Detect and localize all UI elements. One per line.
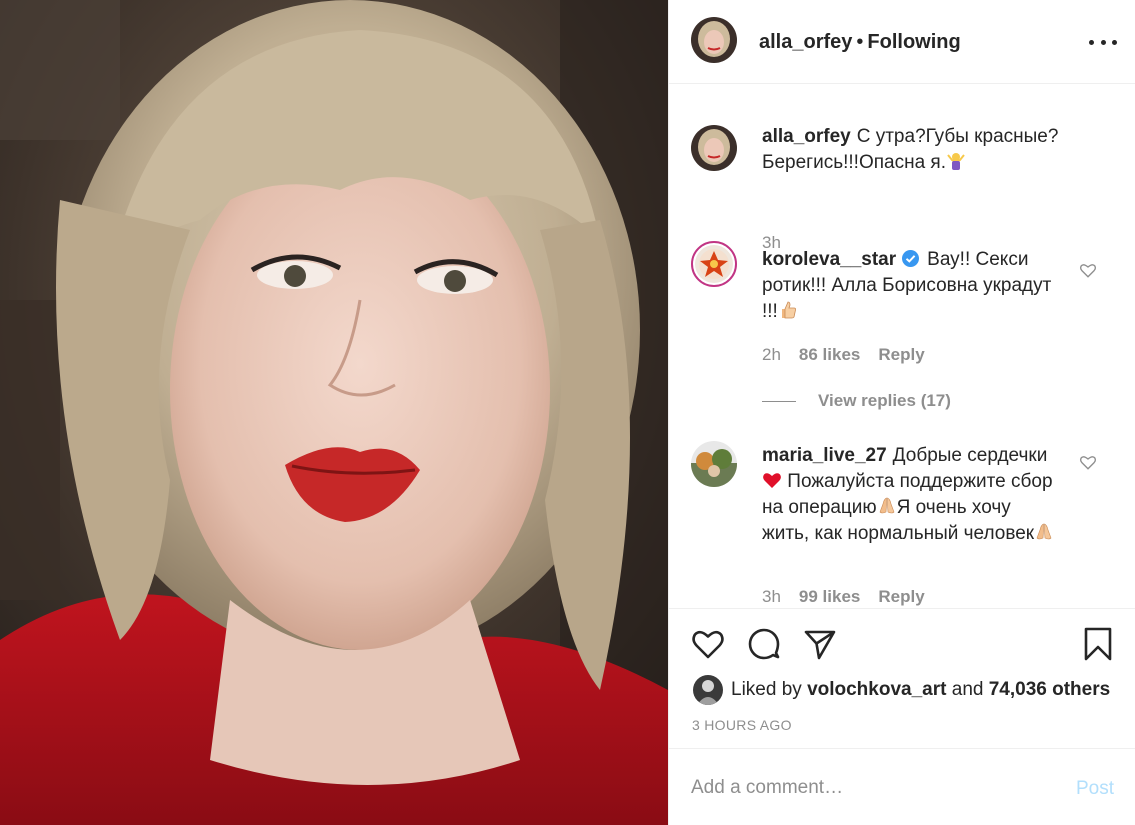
paper-plane-icon[interactable] (803, 627, 837, 661)
view-replies-button[interactable]: View replies (17) (762, 391, 951, 411)
folded-hands-emoji (1036, 523, 1052, 540)
post-photo[interactable] (0, 0, 668, 825)
comment-meta: 3h 99 likes Reply (762, 587, 943, 607)
comment-text: maria_live_27 Добрые сердечки Пожалуйста … (762, 443, 1057, 547)
post-actions: Liked by volochkova_art and 74,036 other… (669, 608, 1135, 748)
comment-body-part-1: Добрые сердечки (892, 445, 1048, 466)
liked-by-conjunction: and (951, 679, 984, 700)
portrait-image (0, 0, 668, 825)
liked-by-prefix: Liked by (731, 679, 802, 700)
comment-username[interactable]: maria_live_27 (762, 445, 887, 466)
comments-list[interactable]: alla_orfey С утра?Губы красные? Берегись!… (669, 85, 1135, 608)
view-replies-label: View replies (17) (818, 391, 951, 410)
separator-dot: • (856, 31, 864, 53)
reply-button[interactable]: Reply (878, 345, 924, 364)
caption-text: alla_orfey С утра?Губы красные? Берегись!… (762, 124, 1062, 176)
bookmark-icon[interactable] (1081, 627, 1115, 661)
comment-text: koroleva__star Вау!! Секси ротик!!! Алла … (762, 247, 1057, 325)
post-comment-button[interactable]: Post (1076, 778, 1114, 800)
post-header: alla_orfey • Following (669, 0, 1135, 84)
heart-outline-icon[interactable] (691, 627, 725, 661)
post-side-panel: alla_orfey • Following alla_orfey С утра?Гу… (668, 0, 1135, 825)
person-shrugging-emoji (947, 153, 965, 170)
folded-hands-emoji (879, 497, 894, 514)
replies-divider (762, 401, 796, 403)
comment-time[interactable]: 2h (762, 345, 781, 364)
liked-by-text: Liked by volochkova_art and 74,036 other… (731, 675, 1110, 705)
thumbs-up-emoji (781, 301, 796, 319)
author-username[interactable]: alla_orfey (759, 31, 852, 53)
caption-avatar[interactable] (691, 125, 737, 171)
author-avatar[interactable] (691, 17, 737, 63)
speech-bubble-icon[interactable] (747, 627, 781, 661)
comment-likes[interactable]: 99 likes (799, 587, 860, 606)
header-text: alla_orfey • Following (759, 30, 961, 54)
liker-username[interactable]: volochkova_art (807, 679, 946, 700)
reply-button[interactable]: Reply (878, 587, 924, 606)
post-timestamp[interactable]: 3 HOURS AGO (692, 717, 792, 733)
following-button[interactable]: Following (867, 31, 960, 53)
comment-likes[interactable]: 86 likes (799, 345, 860, 364)
comment-input[interactable] (691, 773, 1061, 803)
comment-time[interactable]: 3h (762, 587, 781, 606)
more-options-icon[interactable] (1089, 30, 1117, 54)
verified-badge-icon (902, 250, 920, 267)
likes-count[interactable]: 74,036 others (989, 679, 1110, 700)
red-heart-emoji (763, 473, 781, 488)
caption-username[interactable]: alla_orfey (762, 126, 851, 147)
comment-like-icon[interactable] (1079, 261, 1097, 279)
comment-username[interactable]: koroleva__star (762, 249, 896, 270)
add-comment-bar: Post (669, 748, 1135, 825)
comment-like-icon[interactable] (1079, 453, 1097, 471)
comment-avatar[interactable] (691, 241, 737, 287)
comment-meta: 2h 86 likes Reply (762, 345, 943, 365)
liker-avatar[interactable] (693, 675, 723, 705)
comment-avatar[interactable] (691, 441, 737, 487)
